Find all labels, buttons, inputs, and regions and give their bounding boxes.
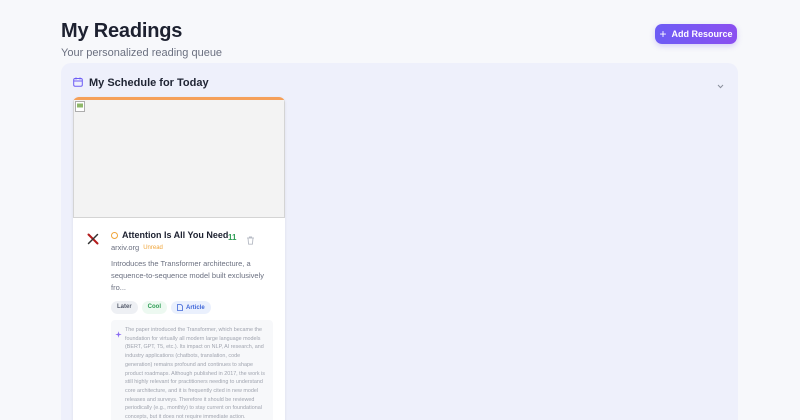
document-icon [177, 304, 183, 311]
trash-icon[interactable] [246, 232, 255, 250]
page-title: My Readings [61, 20, 183, 42]
plus-icon: + [659, 27, 667, 41]
tag-later[interactable]: Later [111, 301, 138, 314]
add-resource-label: Add Resource [671, 29, 733, 39]
page-header: My Readings Your personalized reading qu… [61, 20, 222, 59]
card-title[interactable]: Attention Is All You Need [122, 230, 228, 240]
tag-list: Later Cool Article [111, 301, 285, 314]
tag-cool[interactable]: Cool [141, 301, 168, 314]
tag-article-label: Article [186, 304, 205, 311]
card-body: Attention Is All You Need 11 arxiv.org U… [73, 218, 285, 420]
arxiv-icon [87, 232, 99, 250]
chevron-down-icon[interactable] [717, 76, 724, 94]
card-description: Introduces the Transformer architecture,… [111, 259, 265, 292]
card-thumbnail [73, 100, 285, 218]
schedule-panel: My Schedule for Today Attention Is All Y [61, 63, 738, 420]
broken-image-icon [75, 101, 85, 112]
add-resource-button[interactable]: + Add Resource [655, 24, 737, 44]
page-subtitle: Your personalized reading queue [61, 47, 223, 59]
ai-note: The paper introduced the Transformer, wh… [111, 320, 273, 420]
card-source: arxiv.org [111, 243, 140, 252]
tag-article[interactable]: Article [171, 301, 211, 314]
resource-count: 11 [228, 233, 237, 242]
ai-note-text: The paper introduced the Transformer, wh… [125, 327, 265, 420]
schedule-title: My Schedule for Today [89, 77, 209, 89]
sparkle-icon [115, 325, 122, 343]
calendar-icon [73, 74, 83, 92]
schedule-header[interactable]: My Schedule for Today [73, 74, 209, 92]
unread-status-icon [111, 231, 118, 239]
status-label: Unread [143, 244, 163, 251]
resource-card[interactable]: Attention Is All You Need 11 arxiv.org U… [73, 97, 285, 420]
